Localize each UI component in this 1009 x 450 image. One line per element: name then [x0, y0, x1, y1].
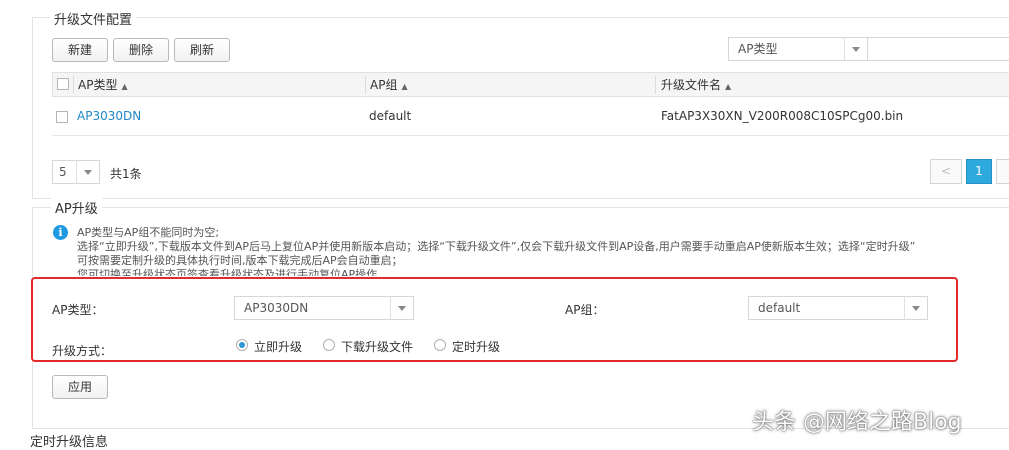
prev-page-button[interactable]: <: [930, 159, 962, 184]
page-size-select[interactable]: 5: [52, 160, 100, 184]
chevron-down-icon: [844, 38, 867, 60]
info-icon: i: [53, 225, 68, 240]
upgrade-file-config-title: 升级文件配置: [50, 9, 137, 28]
filter-type-select[interactable]: AP类型: [728, 37, 868, 61]
total-count: 共1条: [110, 167, 142, 181]
column-header-ap-group[interactable]: AP组 ▲: [370, 73, 408, 99]
sort-asc-icon: ▲: [401, 82, 408, 91]
scheduled-upgrade-title: 定时升级信息: [30, 435, 109, 450]
row-file-name: FatAP3X30XN_V200R008C10SPCg00.bin: [661, 109, 904, 123]
table-header: AP类型 ▲ AP组 ▲ 升级文件名 ▲: [52, 72, 1009, 97]
chevron-left-icon: <: [940, 164, 952, 178]
filter-type-value: AP类型: [738, 42, 778, 56]
delete-button[interactable]: 删除: [113, 38, 169, 62]
watermark: 头条 @网络之路Blog: [752, 410, 962, 435]
chevron-down-icon: [76, 161, 99, 183]
ap-upgrade-title: AP升级: [51, 198, 102, 217]
row-ap-group: default: [369, 109, 412, 123]
column-header-ap-type[interactable]: AP类型 ▲: [78, 73, 128, 99]
row-checkbox[interactable]: [56, 111, 68, 123]
apply-button[interactable]: 应用: [52, 375, 108, 399]
row-ap-type-link[interactable]: AP3030DN: [77, 109, 141, 123]
sort-asc-icon: ▲: [725, 82, 732, 91]
select-all-checkbox[interactable]: [57, 78, 69, 90]
column-header-file-name[interactable]: 升级文件名 ▲: [661, 73, 731, 99]
info-line-4: 您可切换至升级状态页签查看升级状态及进行手动复位AP操作: [77, 268, 378, 276]
highlight-box: [31, 277, 958, 362]
filter-search-input[interactable]: [867, 37, 1009, 61]
new-button[interactable]: 新建: [52, 38, 108, 62]
sort-asc-icon: ▲: [121, 82, 128, 91]
refresh-button[interactable]: 刷新: [174, 38, 230, 62]
next-page-button[interactable]: [996, 159, 1009, 184]
page-1-button[interactable]: 1: [966, 159, 992, 184]
